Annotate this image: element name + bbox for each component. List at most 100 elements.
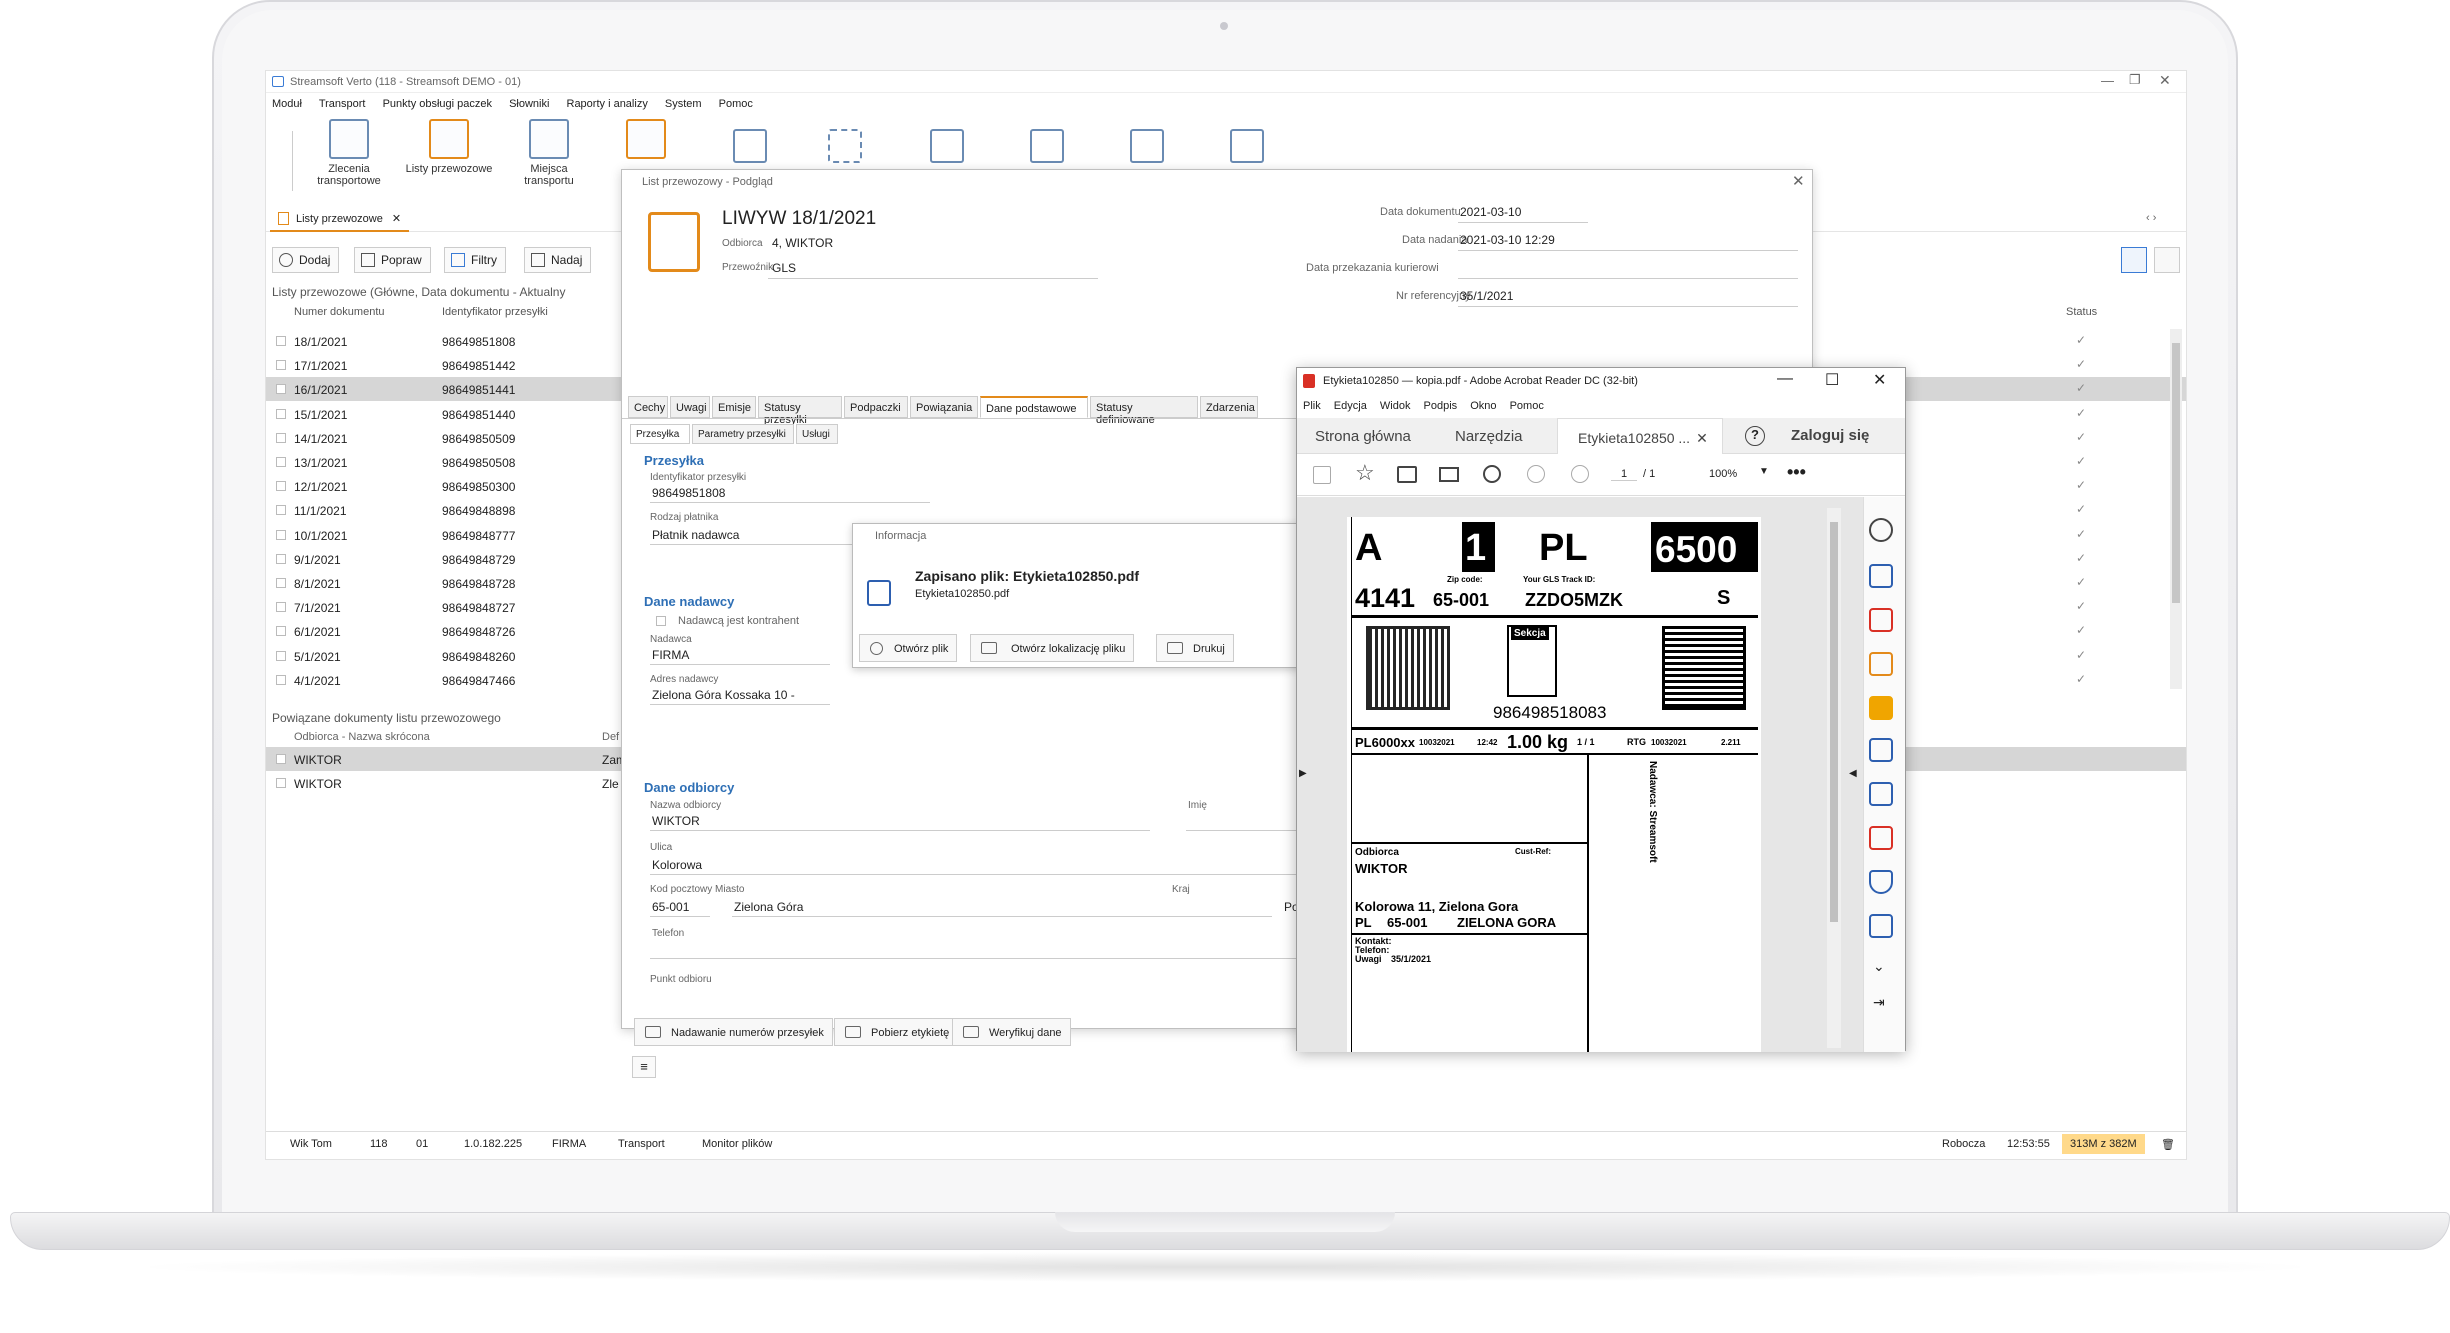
tab-4[interactable]: Statusy przesyłki [758,396,842,426]
row-checkbox[interactable] [276,578,286,588]
tab-scroll-icon[interactable]: ‹ › [2146,212,2156,224]
dialog-close-icon[interactable]: ✕ [1792,172,1805,190]
fill-sign-icon[interactable] [1869,826,1893,850]
tab-8[interactable]: Statusy definiowane [1090,396,1198,426]
more-icon[interactable]: ••• [1787,462,1806,483]
row-checkbox[interactable] [276,432,286,443]
page-number-input[interactable]: 1 [1611,468,1637,481]
scroll-thumb[interactable] [1830,522,1838,922]
grid-scrollbar[interactable] [2170,329,2182,689]
open-location-button[interactable]: Otwórz lokalizację pliku [970,634,1135,662]
row-checkbox[interactable] [276,674,286,685]
sign-icon[interactable] [1869,914,1893,938]
add-button[interactable]: Dodaj [272,247,340,273]
edit-pdf-icon[interactable] [1869,738,1893,762]
minimize-icon[interactable]: — [1777,370,1793,388]
date-send-field[interactable]: 2021-03-10 12:29 [1460,233,1555,247]
ribbon-icon-export[interactable] [1030,129,1064,163]
row-checkbox[interactable] [276,360,286,371]
menu-item-punkty[interactable]: Punkty obsługi paczek [383,98,492,110]
ribbon-icon-import[interactable] [1130,129,1164,163]
tab-5[interactable]: Podpaczki [844,396,908,418]
row-checkbox[interactable] [276,481,286,492]
col-number[interactable]: Numer dokumentu [294,306,385,318]
printer-icon[interactable] [1397,466,1417,483]
row-checkbox[interactable] [276,626,286,637]
row-checkbox[interactable] [276,384,286,395]
street-field[interactable]: Kolorowa [652,858,702,872]
star-icon[interactable]: ☆ [1355,460,1375,486]
help-icon[interactable]: ? [1745,426,1765,446]
tab-7[interactable]: Dane podstawowe [980,396,1088,418]
verify-data-button[interactable]: Weryfikuj dane [952,1018,1071,1046]
close-icon[interactable]: ✕ [2159,72,2171,89]
organize-pages-icon[interactable] [1869,608,1893,632]
tab-3[interactable]: Emisje [712,396,756,418]
carrier-select[interactable]: GLS [772,261,796,275]
recipient-name-field[interactable]: WIKTOR [652,814,700,828]
tab-tools[interactable]: Narzędzia [1455,428,1523,445]
right-pane-toggle[interactable]: ◀ [1849,768,1857,779]
ref-field[interactable]: 35/1/2021 [1460,289,1513,303]
tab-1[interactable]: Cechy [628,396,668,418]
maximize-icon[interactable]: ☐ [1825,370,1839,390]
dialog-menu-icon[interactable]: ≡ [632,1056,656,1078]
menu-okno[interactable]: Okno [1470,400,1496,412]
sender-address-field[interactable]: Zielona Góra Kossaka 10 - [652,688,795,702]
tab-document[interactable]: Etykieta102850 ... ✕ [1557,418,1723,454]
open-file-button[interactable]: Otwórz plik [859,634,958,662]
tab-9[interactable]: Zdarzenia [1200,396,1258,418]
zoom-out-icon[interactable] [1483,465,1501,483]
page-up-icon[interactable] [1527,465,1545,483]
menu-item-transport[interactable]: Transport [319,98,366,110]
edit-button[interactable]: Popraw [354,247,431,273]
close-icon[interactable]: ✕ [1873,370,1886,390]
menu-item-raporty[interactable]: Raporty i analizy [567,98,648,110]
date-doc-field[interactable]: 2021-03-10 [1460,205,1521,219]
menu-list-icon[interactable] [2154,247,2180,273]
row-checkbox[interactable] [276,505,286,516]
scroll-thumb[interactable] [2172,343,2180,603]
zoom-in-icon[interactable] [1869,518,1893,542]
save-icon[interactable] [1313,466,1331,484]
page-down-icon[interactable] [1571,465,1589,483]
row-checkbox[interactable] [276,602,286,613]
create-pdf-icon[interactable] [1869,564,1893,588]
trash-icon[interactable]: 🗑 [2161,1138,2175,1151]
assign-numbers-button[interactable]: Nadawanie numerów przesyłek [634,1018,833,1046]
get-label-button[interactable]: Pobierz etykietę [834,1018,959,1046]
pdf-scrollbar[interactable] [1827,508,1841,1048]
zoom-select[interactable]: 100% [1709,468,1755,480]
row-checkbox[interactable] [276,336,286,346]
ribbon-miejsca-button[interactable]: Miejsca transportu [499,119,599,187]
menu-pomoc[interactable]: Pomoc [1510,400,1544,412]
row-checkbox[interactable] [276,529,286,540]
ribbon-zlecenia-button[interactable]: Zlecenia transportowe [299,119,399,187]
tab-6[interactable]: Powiązania [910,396,978,418]
row-checkbox[interactable] [276,553,286,564]
menu-item-system[interactable]: System [665,98,702,110]
print-button[interactable]: Drukuj [1156,634,1234,662]
tab-2[interactable]: Uwagi [670,396,710,418]
subtab-2[interactable]: Parametry przesyłki [692,424,794,444]
tab-close-icon[interactable]: ✕ [1696,430,1708,446]
tab-home[interactable]: Strona główna [1315,428,1411,445]
ribbon-more-button[interactable] [596,119,696,163]
status-monitor[interactable]: Monitor plików [702,1138,772,1150]
ribbon-icon-house[interactable] [930,129,964,163]
minimize-icon[interactable]: — [2101,73,2114,88]
zip-field[interactable]: 65-001 [652,900,689,914]
filter-button[interactable]: Filtry [444,247,506,273]
col-id[interactable]: Identyfikator przesyłki [442,306,548,318]
subtab-1[interactable]: Przesyłka [630,424,690,444]
chevron-down-icon[interactable]: ⌄ [1873,958,1885,975]
menu-plik[interactable]: Plik [1303,400,1321,412]
ribbon-icon-calendar[interactable] [733,129,767,163]
menu-widok[interactable]: Widok [1380,400,1411,412]
row-checkbox[interactable] [276,408,286,419]
convert-icon[interactable] [1869,782,1893,806]
col-status[interactable]: Status [2066,306,2097,318]
ribbon-icon-calendar-swap[interactable] [1230,129,1264,163]
related-col-def[interactable]: Def [602,731,619,743]
login-button[interactable]: Zaloguj się [1791,427,1869,444]
